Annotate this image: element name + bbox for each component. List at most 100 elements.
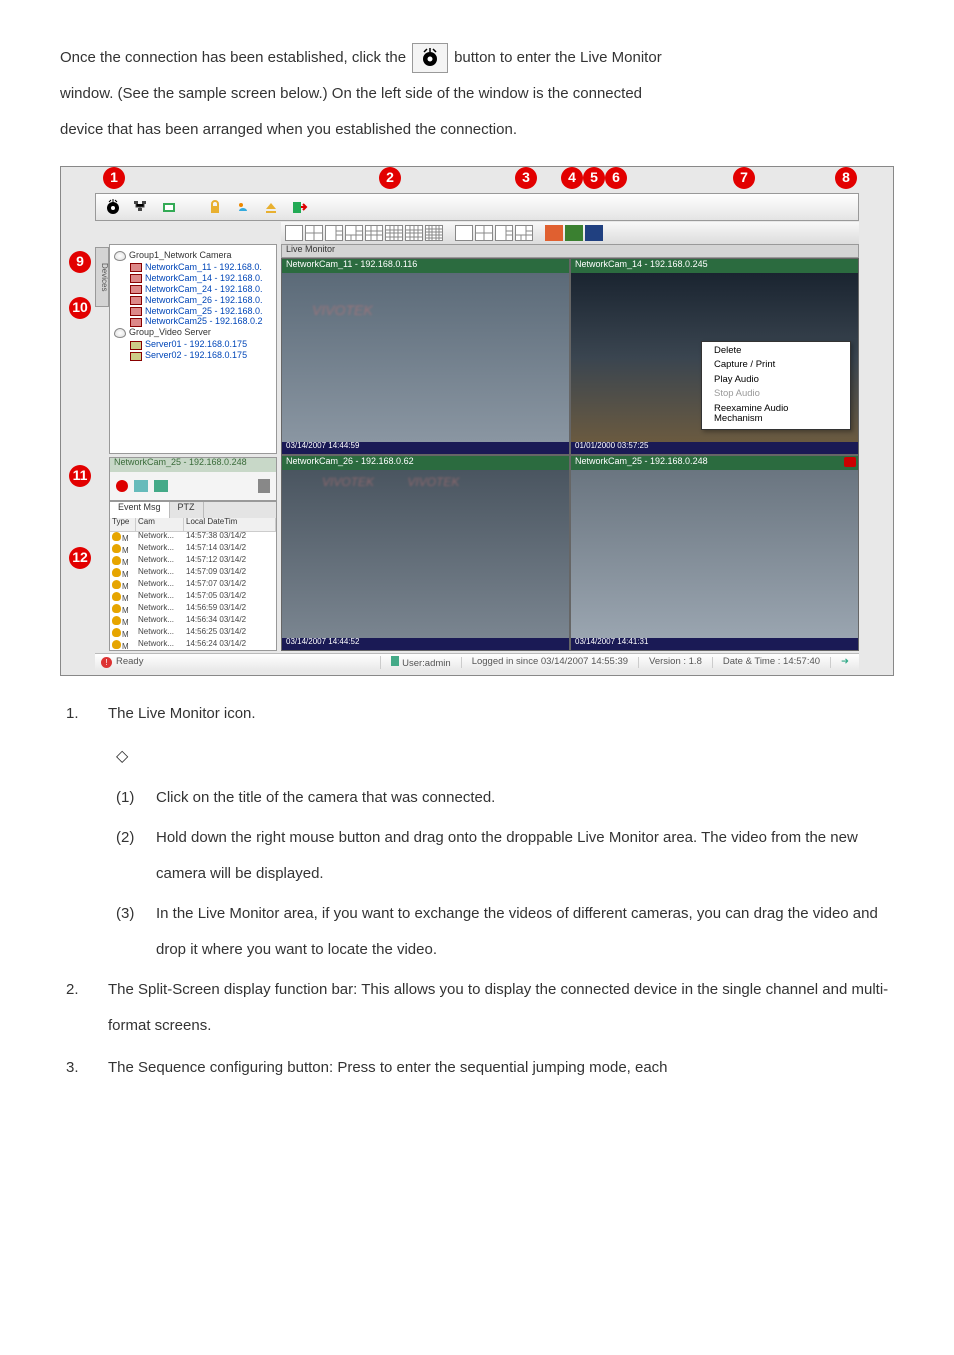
layout-1x1[interactable] — [285, 225, 303, 241]
layout-4x4[interactable] — [405, 225, 423, 241]
trash-button[interactable] — [258, 479, 270, 493]
cycle-button[interactable] — [585, 225, 603, 241]
camera-icon — [130, 318, 142, 327]
pop-button[interactable] — [545, 225, 563, 241]
fullscreen-button[interactable] — [565, 225, 583, 241]
live-monitor-button[interactable] — [102, 197, 124, 217]
event-row[interactable]: MNetwork...14:57:07 03/14/2 — [110, 580, 276, 592]
capture-button[interactable] — [154, 480, 168, 492]
cell-timestamp: 01/01/2000 03:57:25 — [571, 442, 858, 454]
event-row[interactable]: MNetwork...14:57:14 03/14/2 — [110, 544, 276, 556]
intro-paragraph: Once the connection has been established… — [60, 40, 894, 148]
group-icon — [114, 251, 126, 261]
event-row[interactable]: MNetwork...14:57:12 03/14/2 — [110, 556, 276, 568]
tree-item[interactable]: NetworkCam_24 - 192.168.0. — [130, 285, 272, 295]
tree-item[interactable]: Server01 - 192.168.0.175 — [130, 340, 272, 350]
camera-icon — [130, 263, 142, 272]
event-row[interactable]: MNetwork...14:57:38 03/14/2 — [110, 532, 276, 544]
cell-header: NetworkCam_26 - 192.168.0.62 — [282, 456, 569, 470]
layout-3x3[interactable] — [365, 225, 383, 241]
eject-button[interactable] — [260, 197, 282, 217]
exit-button[interactable] — [288, 197, 310, 217]
tree-item[interactable]: Server02 - 192.168.0.175 — [130, 351, 272, 361]
tab-event-msg[interactable]: Event Msg — [110, 502, 170, 518]
live-monitor-area: Live Monitor NetworkCam_11 - 192.168.0.1… — [281, 244, 859, 651]
callout-3: 3 — [515, 167, 537, 189]
main-toolbar — [95, 193, 859, 221]
camera-icon — [130, 296, 142, 305]
menu-stop-audio: Stop Audio — [702, 387, 850, 401]
lock-button[interactable] — [204, 197, 226, 217]
server-icon — [130, 352, 142, 361]
user-icon — [391, 656, 399, 666]
settings-button[interactable] — [232, 197, 254, 217]
tree-item[interactable]: NetworkCam_11 - 192.168.0. — [130, 263, 272, 273]
audio-button[interactable] — [134, 480, 148, 492]
sub-text-3: In the Live Monitor area, if you want to… — [156, 896, 894, 968]
intro-text-2: window. (See the sample screen below.) O… — [60, 76, 894, 112]
context-menu: Delete Capture / Print Play Audio Stop A… — [701, 341, 851, 430]
menu-reexamine-audio[interactable]: Reexamine Audio Mechanism — [702, 402, 850, 427]
status-arrow-icon: ➜ — [830, 657, 859, 667]
camera-icon — [130, 285, 142, 294]
tree-group-2[interactable]: Group_Video Server — [114, 328, 272, 338]
event-row[interactable]: MNetwork...14:56:59 03/14/2 — [110, 604, 276, 616]
menu-capture-print[interactable]: Capture / Print — [702, 358, 850, 372]
event-row[interactable]: MNetwork...14:57:09 03/14/2 — [110, 568, 276, 580]
callout-4: 4 — [561, 167, 583, 189]
cell-header: NetworkCam_11 - 192.168.0.116 — [282, 259, 569, 273]
tree-item[interactable]: NetworkCam_26 - 192.168.0. — [130, 296, 272, 306]
group-icon — [114, 328, 126, 338]
cell-timestamp: 03/14/2007 14:41:31 — [571, 638, 858, 650]
event-panel: Event Msg PTZ Type Cam Local DateTim MNe… — [109, 501, 277, 651]
layout-1+5[interactable] — [345, 225, 363, 241]
device-tree-button[interactable] — [130, 197, 152, 217]
monitor-cell[interactable]: NetworkCam_26 - 192.168.0.62 VIVOTEK VIV… — [281, 455, 570, 652]
playback-button[interactable] — [158, 197, 180, 217]
layout-1+12[interactable] — [385, 225, 403, 241]
layout-5x5[interactable] — [425, 225, 443, 241]
callout-6: 6 — [605, 167, 627, 189]
callout-11: 11 — [69, 465, 91, 487]
tree-item[interactable]: NetworkCam25 - 192.168.0.2 — [130, 317, 272, 327]
monitor-cell[interactable]: NetworkCam_25 - 192.168.0.248 03/14/2007… — [570, 455, 859, 652]
menu-play-audio[interactable]: Play Audio — [702, 373, 850, 387]
list-num-3: 3. — [66, 1050, 84, 1086]
devices-tab[interactable]: Devices — [95, 247, 109, 307]
list-num-2: 2. — [66, 972, 84, 1044]
callout-5: 5 — [583, 167, 605, 189]
status-user: User:admin — [402, 658, 451, 669]
event-row[interactable]: MNetwork...14:57:05 03/14/2 — [110, 592, 276, 604]
seq-2x2[interactable] — [475, 225, 493, 241]
tree-item[interactable]: NetworkCam_14 - 192.168.0. — [130, 274, 272, 284]
tree-item[interactable]: NetworkCam_25 - 192.168.0. — [130, 307, 272, 317]
event-row[interactable]: MNetwork...14:56:24 03/14/2 — [110, 640, 276, 651]
menu-delete[interactable]: Delete — [702, 344, 850, 358]
list-text-1: The Live Monitor icon. — [108, 696, 894, 732]
ptz-header: NetworkCam_25 - 192.168.0.248 — [110, 458, 276, 472]
list-text-3: The Sequence configuring button: Press t… — [108, 1050, 894, 1086]
event-row[interactable]: MNetwork...14:56:34 03/14/2 — [110, 616, 276, 628]
tab-ptz[interactable]: PTZ — [170, 502, 204, 518]
status-version: Version : 1.8 — [638, 657, 712, 667]
callout-1: 1 — [103, 167, 125, 189]
callout-7: 7 — [733, 167, 755, 189]
diamond-bullet: ◇ — [116, 738, 894, 776]
intro-text-1a: Once the connection has been established… — [60, 40, 406, 76]
seq-1+3[interactable] — [495, 225, 513, 241]
camera-icon — [130, 274, 142, 283]
tree-group-1[interactable]: Group1_Network Camera — [114, 251, 272, 261]
sub-num-3: (3) — [116, 896, 142, 968]
callout-2: 2 — [379, 167, 401, 189]
monitor-cell[interactable]: NetworkCam_11 - 192.168.0.116 VIVOTEK 03… — [281, 258, 570, 455]
seq-1[interactable] — [455, 225, 473, 241]
live-monitor-icon — [412, 43, 448, 73]
sub-num-2: (2) — [116, 820, 142, 892]
cell-header: NetworkCam_14 - 192.168.0.245 — [571, 259, 858, 273]
seq-1+5[interactable] — [515, 225, 533, 241]
record-button[interactable] — [116, 480, 128, 492]
layout-2x2[interactable] — [305, 225, 323, 241]
sub-text-2: Hold down the right mouse button and dra… — [156, 820, 894, 892]
event-row[interactable]: MNetwork...14:56:25 03/14/2 — [110, 628, 276, 640]
layout-1+3[interactable] — [325, 225, 343, 241]
